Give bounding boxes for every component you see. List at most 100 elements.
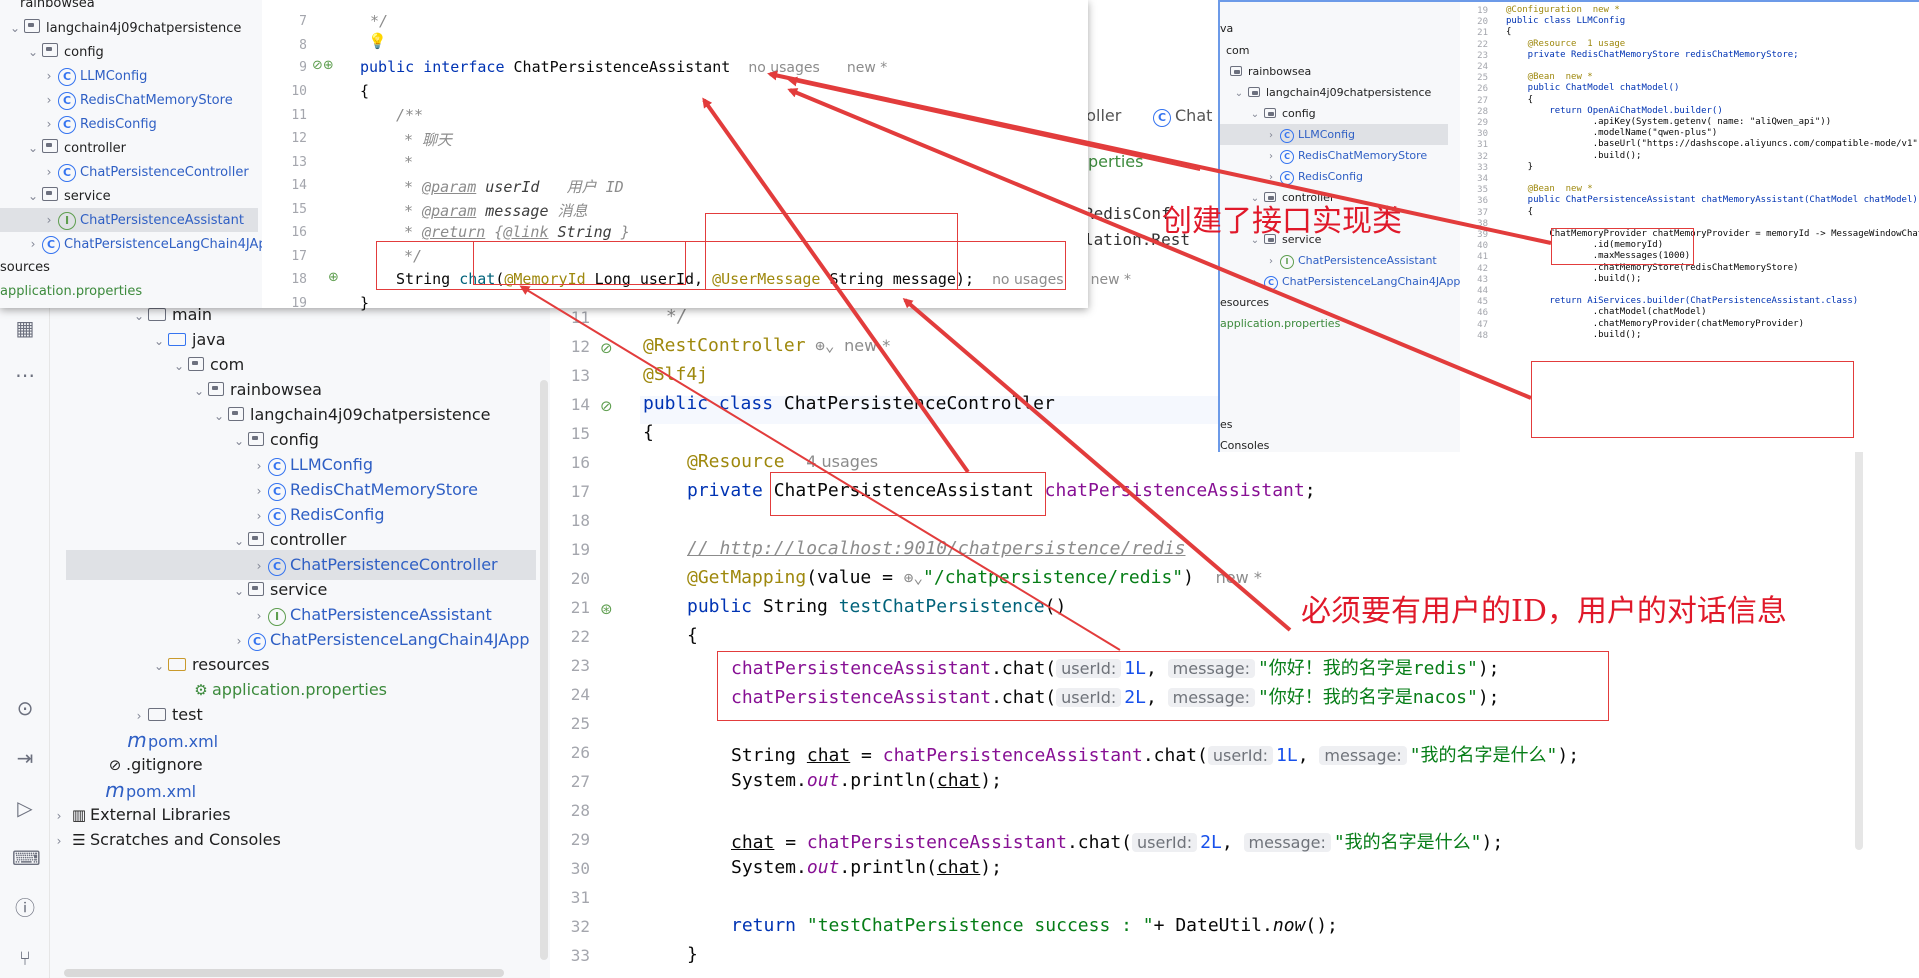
code-line: { — [1506, 27, 1512, 38]
tree-item[interactable]: application.properties — [0, 280, 142, 304]
package-icon — [42, 43, 58, 57]
tree-item[interactable]: va — [1220, 18, 1233, 39]
git-icon[interactable]: ⑂ — [12, 945, 38, 971]
package-icon — [248, 582, 264, 596]
tree-item[interactable]: ⌄ config — [24, 40, 104, 64]
package-icon — [228, 407, 244, 421]
line-number: 40 — [1477, 241, 1488, 252]
tree-item[interactable]: › I ChatPersistenceAssistant — [1262, 250, 1437, 271]
tree-item[interactable]: › C RedisChatMemoryStore — [1262, 145, 1427, 166]
chevron-down-icon: ⌄ — [173, 359, 185, 373]
implementation-gutter-icon[interactable]: ⊘⊕ — [312, 58, 334, 73]
folder-icon — [148, 708, 166, 721]
line-number: 47 — [1477, 319, 1488, 330]
tree-item[interactable]: › C ChatPersistenceLangChain4JApp — [1246, 271, 1460, 292]
tree-item[interactable]: ⌄ config — [1246, 103, 1316, 124]
code-line: { — [1506, 206, 1534, 217]
more-icon[interactable]: ⋯ — [12, 362, 38, 388]
run-icon[interactable]: ▷ — [12, 795, 38, 821]
tree-item[interactable]: esources — [1220, 292, 1269, 313]
inject-gutter-icon[interactable]: ⊘ — [600, 397, 613, 415]
code-line: .modelName("qwen-plus") — [1506, 128, 1718, 139]
tree-item[interactable]: Consoles — [1220, 435, 1269, 456]
chevron-down-icon: ⌄ — [213, 409, 225, 423]
tree-item[interactable]: › C LLMConfig — [40, 64, 147, 88]
code-line-19[interactable]: // http://localhost:9010/chatpersistence… — [687, 538, 1186, 559]
tree-item[interactable]: › C ChatPersistenceController — [40, 160, 249, 184]
bulb-icon[interactable]: 💡 — [368, 32, 387, 50]
package-icon — [42, 139, 58, 153]
tree-item[interactable]: › C RedisConfig — [1262, 166, 1363, 187]
package-icon — [24, 19, 40, 33]
code-line: public ChatModel chatModel() — [1506, 83, 1680, 94]
code-line: return AiServices.builder(ChatPersistenc… — [1506, 296, 1859, 307]
chevron-down-icon: ⌄ — [1234, 88, 1244, 99]
line-number: 31 — [1477, 140, 1488, 151]
line-number: 33 — [570, 946, 590, 965]
package-icon — [1264, 108, 1276, 118]
tree-item-selected[interactable]: › I ChatPersistenceAssistant — [0, 208, 258, 232]
code-line: public ChatPersistenceAssistant chatMemo… — [1506, 195, 1918, 206]
tree-item[interactable]: rainbowsea — [1230, 61, 1311, 82]
chevron-right-icon: › — [1269, 172, 1273, 183]
terminal-icon[interactable]: ⌨ — [12, 845, 41, 871]
tree-item[interactable]: application.properties — [1220, 313, 1340, 334]
line-number: 14 — [570, 395, 590, 414]
line-number: 29 — [1477, 118, 1488, 128]
interface-icon: I — [58, 212, 76, 230]
tree-item[interactable]: › C ChatPersistenceLangChain4JApp — [24, 232, 275, 256]
tree-item[interactable]: rainbowsea — [20, 0, 95, 16]
endpoint-gutter-icon[interactable]: ⊛ — [600, 600, 613, 618]
source-folder-icon — [168, 333, 186, 346]
tree-item[interactable]: com — [1226, 40, 1250, 61]
chevron-down-icon: ⌄ — [27, 189, 39, 203]
editor-scrollbar[interactable] — [1855, 400, 1863, 850]
structure-icon[interactable]: ▦ — [12, 315, 38, 341]
line-number: 46 — [1477, 308, 1488, 319]
chevron-down-icon: ⌄ — [193, 384, 205, 398]
code-line-12: @RestController ⊕⌄ new * — [643, 335, 891, 356]
scratches-icon: ☰ — [72, 831, 86, 849]
app-class-icon: C — [42, 236, 60, 254]
class-icon: C — [1280, 150, 1294, 164]
class-icon: C — [1280, 129, 1294, 143]
interface-declaration: public interface ChatPersistenceAssistan… — [360, 58, 888, 76]
line-number: 22 — [1477, 39, 1488, 50]
tree-horizontal-scrollbar[interactable] — [64, 969, 504, 977]
code-line: .chatMemoryProvider(chatMemoryProvider) — [1506, 318, 1805, 329]
services-icon[interactable]: ⊙ — [12, 695, 38, 721]
tree-item[interactable]: ⌄ langchain4j09chatpersistence — [6, 16, 241, 40]
tree-item-selected[interactable]: › C LLMConfig — [1220, 124, 1448, 145]
line-number: 16 — [570, 453, 590, 472]
annotation-box-chat-calls — [717, 651, 1609, 721]
line-number: 19 — [570, 540, 590, 559]
tree-item[interactable]: ⌄ langchain4j09chatpersistence — [1230, 82, 1432, 103]
line-number: 25 — [570, 714, 590, 733]
implementation-gutter-icon[interactable]: ⊕ — [328, 270, 339, 285]
endpoints-icon[interactable]: ⇥ — [12, 745, 38, 771]
tree-item-chatpersistencelangchain4japp[interactable]: › C ChatPersistenceLangChain4JApp — [230, 625, 530, 655]
tree-item[interactable]: › C RedisConfig — [40, 112, 157, 136]
tree-item[interactable]: sources — [0, 256, 50, 280]
code-line-11: */ — [655, 306, 688, 327]
line-number: 20 — [570, 569, 590, 588]
annotation-box-usermessage — [705, 213, 958, 290]
tree-item-scratches[interactable]: › ☰ Scratches and Consoles — [50, 825, 281, 855]
interface-icon: I — [1280, 255, 1294, 269]
problems-icon[interactable]: ⓘ — [12, 895, 38, 921]
chevron-right-icon: › — [46, 69, 52, 83]
bean-gutter-icon[interactable]: ⊘ — [600, 339, 613, 357]
ide-window: ▦ ⋯ ⊙ ⇥ ▷ ⌨ ⓘ ⑂ ⌄ main ⌄ java ⌄ com ⌄ rainbo… — [0, 0, 1919, 978]
tree-item[interactable]: ⌄ controller — [24, 136, 126, 160]
tree-item[interactable]: › C RedisChatMemoryStore — [40, 88, 233, 112]
tree-item[interactable]: es — [1220, 414, 1233, 435]
code-line-30: System.out.println(chat); — [731, 857, 1002, 878]
line-number: 30 — [570, 859, 590, 878]
code-line: .build(); — [1506, 150, 1642, 161]
tree-scrollbar[interactable] — [540, 380, 548, 960]
tree-item-application-properties[interactable]: ⚙ application.properties — [190, 675, 387, 705]
code-line-20: @GetMapping(value = ⊕⌄"/chatpersistence/… — [687, 567, 1262, 588]
chevron-right-icon: › — [46, 93, 52, 107]
web-icon: ⊕⌄ — [805, 336, 845, 355]
tree-item[interactable]: ⌄ service — [24, 184, 111, 208]
